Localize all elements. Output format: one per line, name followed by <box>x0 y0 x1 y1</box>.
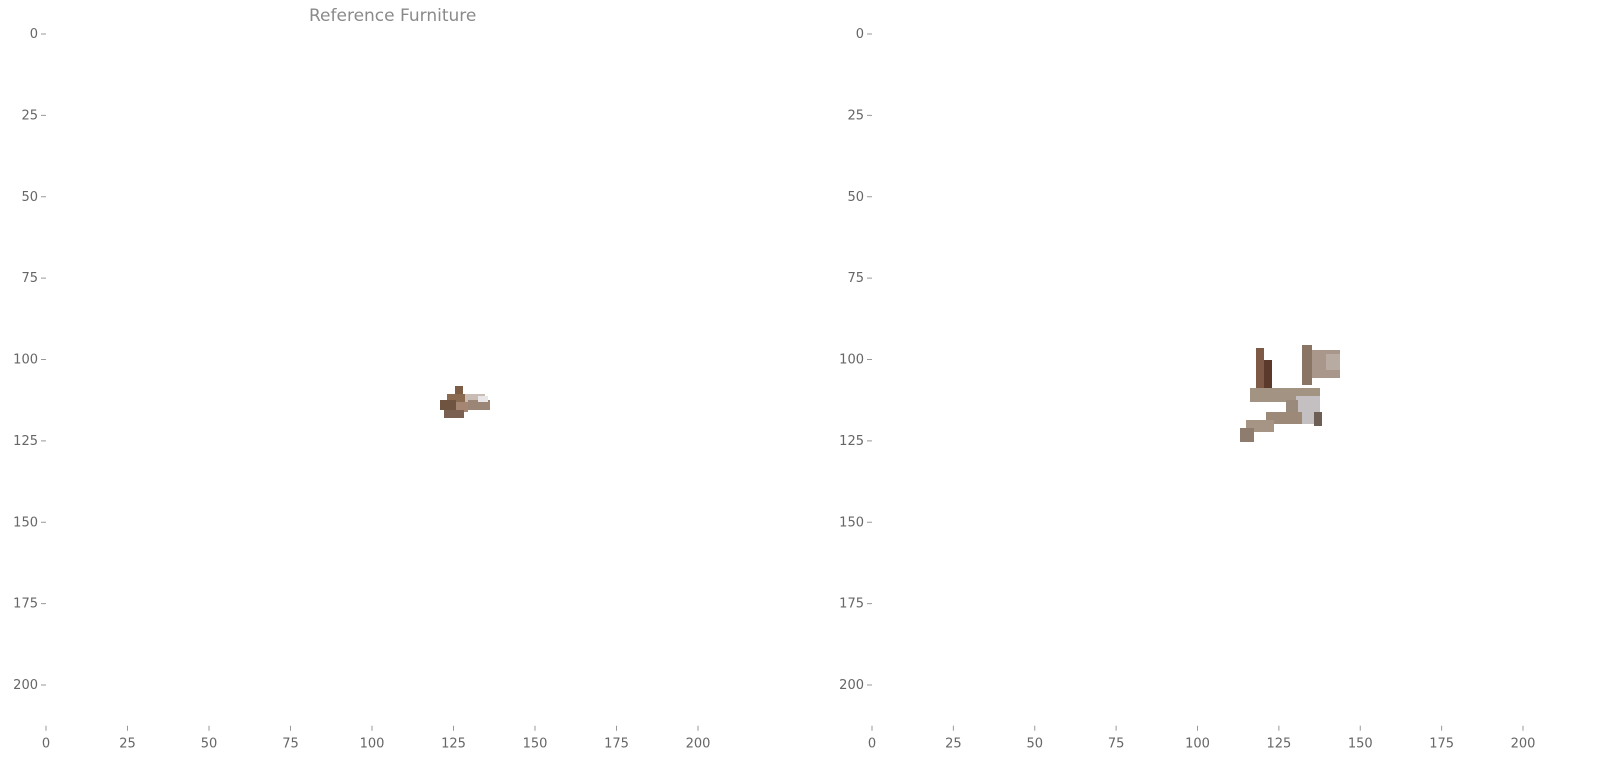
y-tick-label: 125 <box>13 434 38 449</box>
y-tick-label: 75 <box>847 271 864 286</box>
x-tick-label: 175 <box>604 737 629 752</box>
x-tick-label: 175 <box>1429 737 1454 752</box>
x-tick-label: 125 <box>441 737 466 752</box>
panel-right: 0 25 50 75 100 125 150 175 200 0 25 50 75 100 125 150 17… <box>826 0 1606 770</box>
x-tick-label: 150 <box>1348 737 1373 752</box>
x-tick-label: 25 <box>945 737 962 752</box>
y-tick-label: 0 <box>30 27 38 42</box>
x-tick-label: 150 <box>523 737 548 752</box>
y-tick-label: 200 <box>13 678 38 693</box>
x-tick-label: 0 <box>868 737 876 752</box>
y-tick-label: 50 <box>847 190 864 205</box>
y-tick-label: 100 <box>839 353 864 368</box>
x-tick-label: 0 <box>42 737 50 752</box>
panel-left: Reference Furniture 0 25 50 75 100 125 150 175 2… <box>0 0 803 770</box>
y-tick-label: 125 <box>839 434 864 449</box>
x-tick-label: 125 <box>1266 737 1291 752</box>
y-tick-label: 0 <box>856 27 864 42</box>
x-tick-label: 25 <box>119 737 136 752</box>
y-tick-label: 50 <box>21 190 38 205</box>
x-tick-label: 75 <box>1108 737 1125 752</box>
x-tick-label: 200 <box>686 737 711 752</box>
x-tick-label: 50 <box>201 737 218 752</box>
x-tick-label: 100 <box>360 737 385 752</box>
x-tick-label: 75 <box>282 737 299 752</box>
image-axes-right: 0 25 50 75 100 125 150 175 200 0 25 50 75 100 125 150 17… <box>839 27 1536 752</box>
x-tick-label: 200 <box>1511 737 1536 752</box>
y-tick-label: 175 <box>13 597 38 612</box>
furniture-image-icon <box>1240 345 1340 442</box>
y-tick-label: 200 <box>839 678 864 693</box>
y-tick-label: 150 <box>839 515 864 530</box>
y-tick-label: 25 <box>21 108 38 123</box>
x-tick-label: 50 <box>1026 737 1043 752</box>
furniture-image-icon <box>440 386 490 418</box>
image-axes-left: 0 25 50 75 100 125 150 175 200 0 25 50 75 100 125 150 17… <box>13 27 711 752</box>
y-tick-label: 75 <box>21 271 38 286</box>
x-tick-label: 100 <box>1185 737 1210 752</box>
y-tick-label: 175 <box>839 597 864 612</box>
y-tick-label: 150 <box>13 515 38 530</box>
y-tick-label: 100 <box>13 353 38 368</box>
y-tick-label: 25 <box>847 108 864 123</box>
